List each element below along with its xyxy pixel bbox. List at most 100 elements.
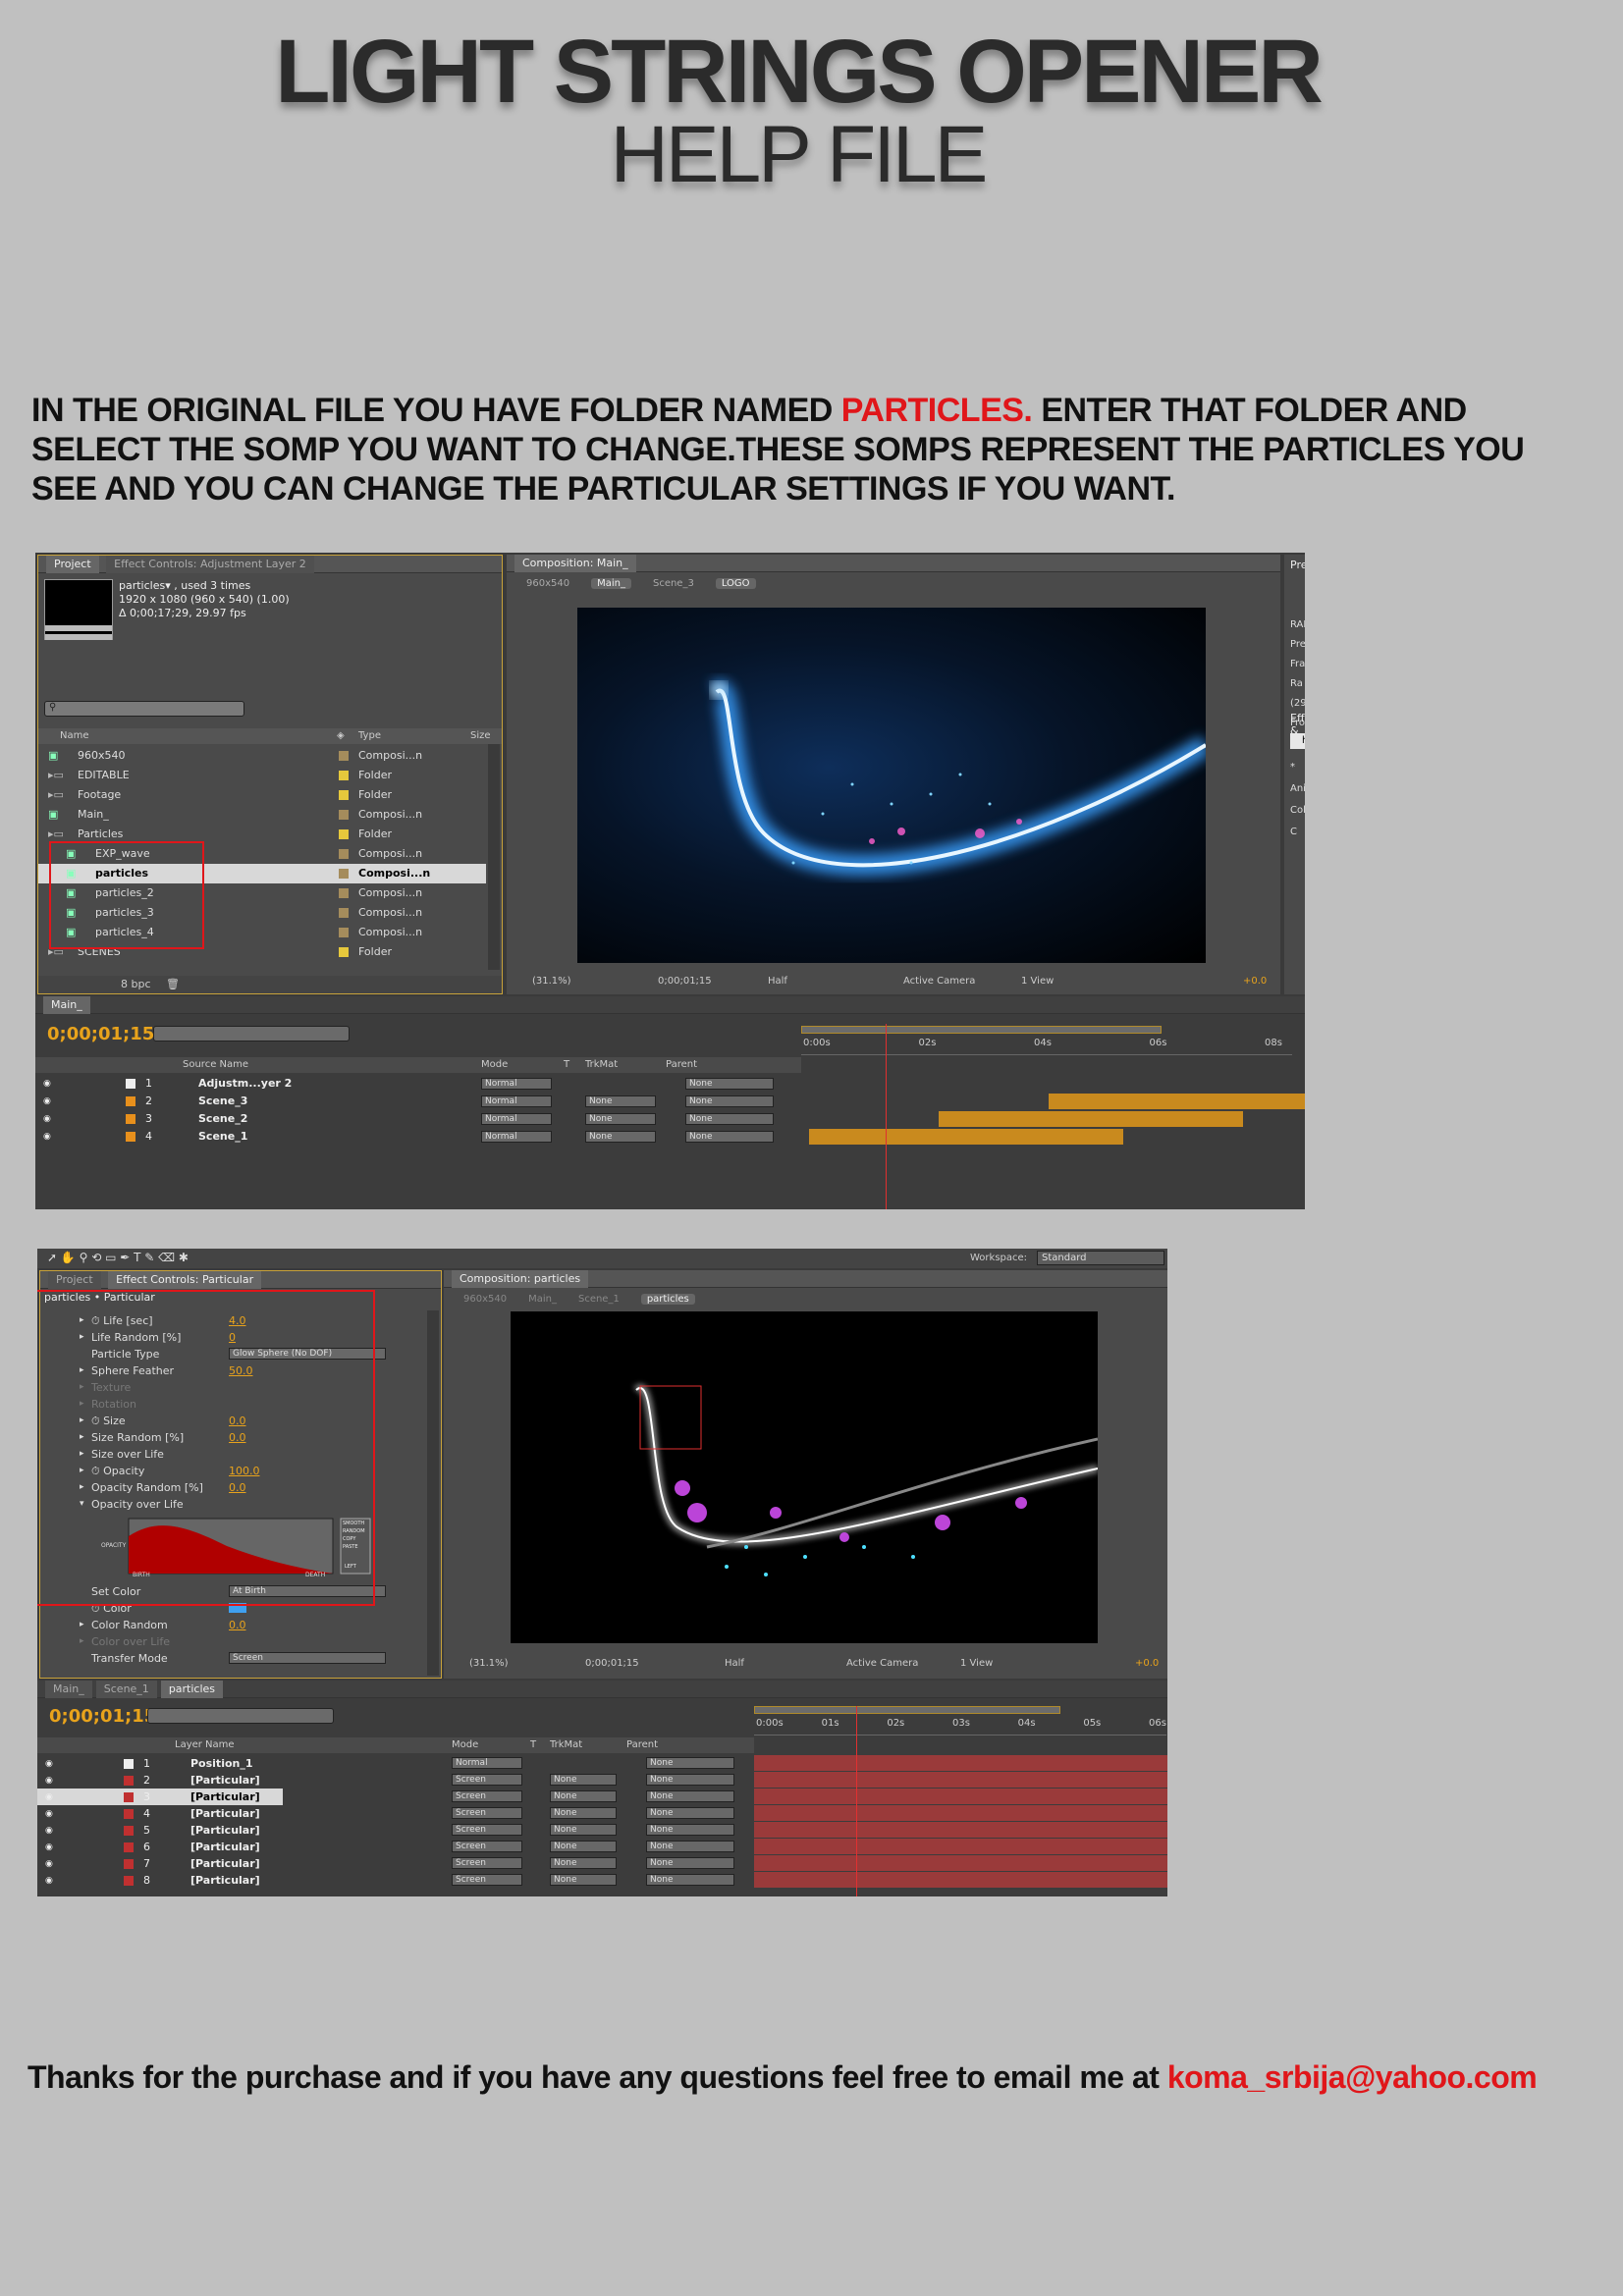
timeline-tab[interactable]: particles [160,1681,224,1698]
bpc-label[interactable]: 8 bpc [121,976,151,993]
parent-select[interactable]: None [685,1131,774,1143]
eye-icon[interactable]: ◉ [45,1872,53,1890]
breadcrumb-item-0[interactable]: 960x540 [463,1294,507,1305]
col-mode-2[interactable]: Mode [452,1737,478,1753]
tab-project-2[interactable]: Project [48,1271,101,1289]
tab-effect-controls-particular[interactable]: Effect Controls: Particular [108,1271,262,1289]
project-list-item[interactable]: ▸▭ EDITABLE Folder [38,766,486,785]
col-type[interactable]: Type [358,728,381,744]
parent-select[interactable]: None [646,1790,734,1802]
trkmat-select[interactable]: None [550,1807,617,1819]
mode-select[interactable]: Screen [452,1824,522,1836]
zoom-select-2[interactable]: (31.1%) [469,1655,509,1673]
eye-icon[interactable]: ◉ [45,1855,53,1873]
parent-select[interactable]: None [685,1095,774,1107]
breadcrumb-item-0[interactable]: 960x540 [526,578,569,589]
timeline-tab[interactable]: Scene_1 [95,1681,157,1698]
col-trkmat-2[interactable]: TrkMat [550,1737,582,1753]
parent-select[interactable]: None [646,1757,734,1769]
layer-duration-bar[interactable] [754,1839,1167,1854]
trash-icon[interactable]: 🗑 [166,976,180,993]
mode-select[interactable]: Screen [452,1790,522,1802]
layer-name[interactable]: [Particular] [190,1839,260,1856]
parent-select[interactable]: None [685,1113,774,1125]
trkmat-select[interactable]: None [550,1774,617,1786]
trkmat-select[interactable]: None [585,1113,656,1125]
layer-duration-bar[interactable] [754,1805,1167,1821]
layer-name[interactable]: [Particular] [190,1822,260,1840]
layer-name[interactable]: Adjustm...yer 2 [198,1075,292,1093]
mode-select[interactable]: Normal [481,1095,552,1107]
parent-select[interactable]: None [646,1807,734,1819]
breadcrumb-item-2[interactable]: Scene_1 [578,1294,620,1305]
parent-select[interactable]: None [646,1857,734,1869]
property-row[interactable]: Transfer Mode Screen [40,1650,423,1667]
zoom-select[interactable]: (31.1%) [532,973,571,990]
mode-select[interactable]: Normal [481,1113,552,1125]
trkmat-select[interactable]: None [550,1790,617,1802]
current-time-indicator[interactable] [886,1024,887,1209]
camera-select[interactable]: Active Camera [903,973,975,990]
parent-select[interactable]: None [646,1874,734,1886]
tab-effect-controls[interactable]: Effect Controls: Adjustment Layer 2 [106,556,314,573]
mode-select[interactable]: Screen [452,1874,522,1886]
property-row[interactable]: ▸ Color over Life [40,1633,423,1650]
trkmat-select[interactable]: None [585,1095,656,1107]
layer-name[interactable]: Scene_2 [198,1110,247,1128]
timecode-viewer-2[interactable]: 0;00;01;15 [585,1655,639,1673]
trkmat-select[interactable]: None [550,1841,617,1852]
parent-select[interactable]: None [646,1774,734,1786]
resolution-select-2[interactable]: Half [725,1655,744,1673]
layer-duration-bar[interactable] [754,1755,1167,1771]
tab-composition-main[interactable]: Composition: Main_ [514,555,636,572]
effects-category[interactable]: * Anima [1290,757,1305,800]
layer-name[interactable]: Position_1 [190,1755,253,1773]
workspace-select[interactable]: Standard [1037,1251,1164,1265]
layer-name[interactable]: [Particular] [190,1789,260,1806]
mode-select[interactable]: Screen [452,1774,522,1786]
timeline-ruler-2[interactable]: 0:00s 01s 02s 03s 04s 05s 06s [754,1706,1166,1735]
parent-select[interactable]: None [646,1841,734,1852]
camera-select-2[interactable]: Active Camera [846,1655,918,1673]
breadcrumb-item-3[interactable]: particles [640,1294,695,1305]
eye-icon[interactable]: ◉ [45,1839,53,1856]
layer-duration-bar[interactable] [754,1872,1167,1888]
trkmat-select[interactable]: None [550,1874,617,1886]
col-trkmat[interactable]: TrkMat [585,1057,618,1073]
layer-duration-bar[interactable] [754,1822,1167,1838]
preview-option[interactable]: (29.97) [1290,694,1305,714]
layer-duration-bar[interactable] [754,1772,1167,1788]
mode-select[interactable]: Normal [452,1757,522,1769]
preview-option[interactable]: RAM Pre [1290,615,1305,655]
trkmat-select[interactable]: None [585,1131,656,1143]
property-row[interactable]: ▸ Color Random 0.0 [40,1617,423,1633]
eye-icon[interactable]: ◉ [45,1822,53,1840]
timeline-layer[interactable]: ◉ 3 [Particular] Screen None None [37,1789,734,1806]
col-parent-2[interactable]: Parent [626,1737,658,1753]
footer-email-link[interactable]: koma_srbija@yahoo.com [1167,2059,1538,2095]
col-layer-name[interactable]: Layer Name [175,1737,235,1753]
project-search-input[interactable]: ⚲ [44,701,244,717]
layer-name[interactable]: Scene_3 [198,1093,247,1110]
breadcrumb-item-1[interactable]: Main_ [591,578,631,589]
breadcrumb-item-2[interactable]: Scene_3 [653,578,694,589]
eye-icon[interactable]: ◉ [45,1755,53,1773]
view-select-2[interactable]: 1 View [960,1655,993,1673]
tab-main-timeline[interactable]: Main_ [43,996,90,1014]
project-scrollbar[interactable] [488,744,500,970]
trkmat-select[interactable]: None [550,1857,617,1869]
eye-icon[interactable]: ◉ [43,1093,51,1110]
timeline-timecode-2[interactable]: 0;00;01;15 [49,1706,156,1727]
project-list-item[interactable]: ▸▭ Footage Folder [38,785,486,805]
timecode-viewer[interactable]: 0;00;01;15 [658,973,712,990]
tools-icons[interactable]: ➚ ✋ ⚲ ⟲ ▭ ✒ T ✎ ⌫ ✱ [47,1251,189,1264]
effects-category[interactable]: Color C [1290,800,1305,843]
expand-icon[interactable]: ▸ [80,1633,84,1650]
layer-name[interactable]: [Particular] [190,1772,260,1789]
eye-icon[interactable]: ◉ [43,1075,51,1093]
work-area-bar[interactable] [754,1706,1060,1714]
layer-name[interactable]: [Particular] [190,1855,260,1873]
effect-scrollbar[interactable] [427,1310,439,1676]
layer-duration-bar[interactable] [1049,1094,1305,1109]
col-source-name[interactable]: Source Name [183,1057,248,1073]
